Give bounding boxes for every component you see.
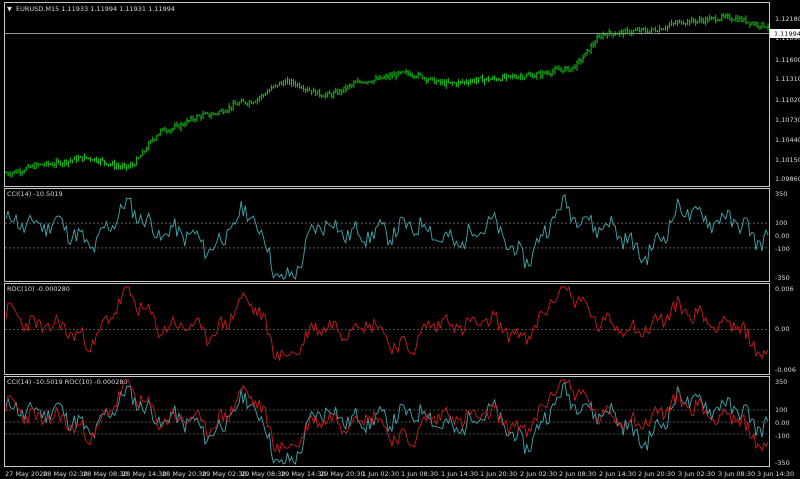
price-tick-label: 1.11890 [775,34,800,42]
cci-tick-label: -100 [775,245,790,253]
time-axis-label: 29 May 14:30 [281,470,326,478]
time-axis-label: 2 Jun 02:30 [520,470,557,478]
combo-y-axis: 350 100 0.00 -100 -350 [775,378,790,467]
roc-pane-frame[interactable] [4,283,770,375]
time-axis-label: 2 Jun 20:30 [638,470,675,478]
time-axis-label: 3 Jun 08:30 [718,470,755,478]
cci-y-axis: 350 100 0.00 -100 -350 [775,190,790,282]
cci-tick-label: -350 [775,274,790,282]
time-axis-label: 2 Jun 08:30 [559,470,596,478]
combo-tick-label: -100 [775,432,790,440]
combo-tick-label: 350 [775,378,787,386]
cci-pane-label: CCI(14) -10.5019 [7,190,63,198]
cci-line [5,193,769,280]
price-tick-label: 1.10730 [775,116,800,124]
cci-tick-label: 350 [775,190,787,198]
price-tick-label: 1.11310 [775,75,800,83]
time-axis-label: 3 Jun 02:30 [678,470,715,478]
price-y-axis: 1.12180 1.11890 1.11600 1.11310 1.11020 … [775,15,800,183]
time-axis-label: 28 May 14:30 [122,470,167,478]
time-axis-label: 29 May 02:30 [202,470,247,478]
time-axis-label: 28 May 02:30 [43,470,88,478]
chart-canvas[interactable]: ▼ EURUSD,M15 1.11933 1.11994 1.11931 1.1… [0,0,800,479]
price-tick-label: 1.12180 [775,15,800,23]
price-tick-label: 1.09860 [775,175,800,183]
time-axis-label: 28 May 08:30 [83,470,128,478]
price-tick-label: 1.11020 [775,96,800,104]
cci-tick-label: 0.00 [775,232,789,240]
combo-roc-line [5,378,769,453]
symbol-header: EURUSD,M15 1.11933 1.11994 1.11931 1.119… [16,5,175,13]
time-axis-label: 1 Jun 08:30 [401,470,438,478]
combo-plot [5,378,770,465]
price-tick-label: 1.11600 [775,56,800,64]
price-tick-label: 1.10440 [775,136,800,144]
combo-pane-label: CCI(14) -10.5019 ROC(10) -0.000280 [7,378,128,386]
time-axis-label: 27 May 2020 [5,470,47,478]
dropdown-arrow-icon[interactable]: ▼ [7,5,12,13]
roc-pane-label: ROC(10) -0.000280 [7,285,70,293]
roc-tick-label: -0.006 [775,366,796,374]
roc-y-axis: 0.006 0.00 -0.006 [775,285,796,374]
time-axis-label: 1 Jun 02:30 [362,470,399,478]
roc-tick-label: 0.00 [775,325,789,333]
price-bars [5,12,769,178]
time-axis-label: 29 May 20:30 [320,470,365,478]
roc-line [5,285,769,361]
time-axis: 27 May 2020 28 May 02:30 28 May 08:30 28… [5,470,794,478]
combo-tick-label: 0.00 [775,419,789,427]
time-axis-label: 28 May 20:30 [162,470,207,478]
price-tick-label: 1.10150 [775,156,800,164]
time-axis-label: 1 Jun 20:30 [480,470,517,478]
time-axis-label: 29 May 08:30 [241,470,286,478]
time-axis-label: 3 Jun 14:30 [757,470,794,478]
price-pane-frame[interactable] [4,2,770,187]
combo-tick-label: 100 [775,406,787,414]
time-axis-label: 2 Jun 14:30 [599,470,636,478]
time-axis-label: 1 Jun 14:30 [441,470,478,478]
roc-tick-label: 0.006 [775,285,794,293]
roc-plot [5,285,770,361]
cci-tick-label: 100 [775,219,787,227]
combo-tick-label: -350 [775,459,790,467]
cci-plot [5,193,770,280]
